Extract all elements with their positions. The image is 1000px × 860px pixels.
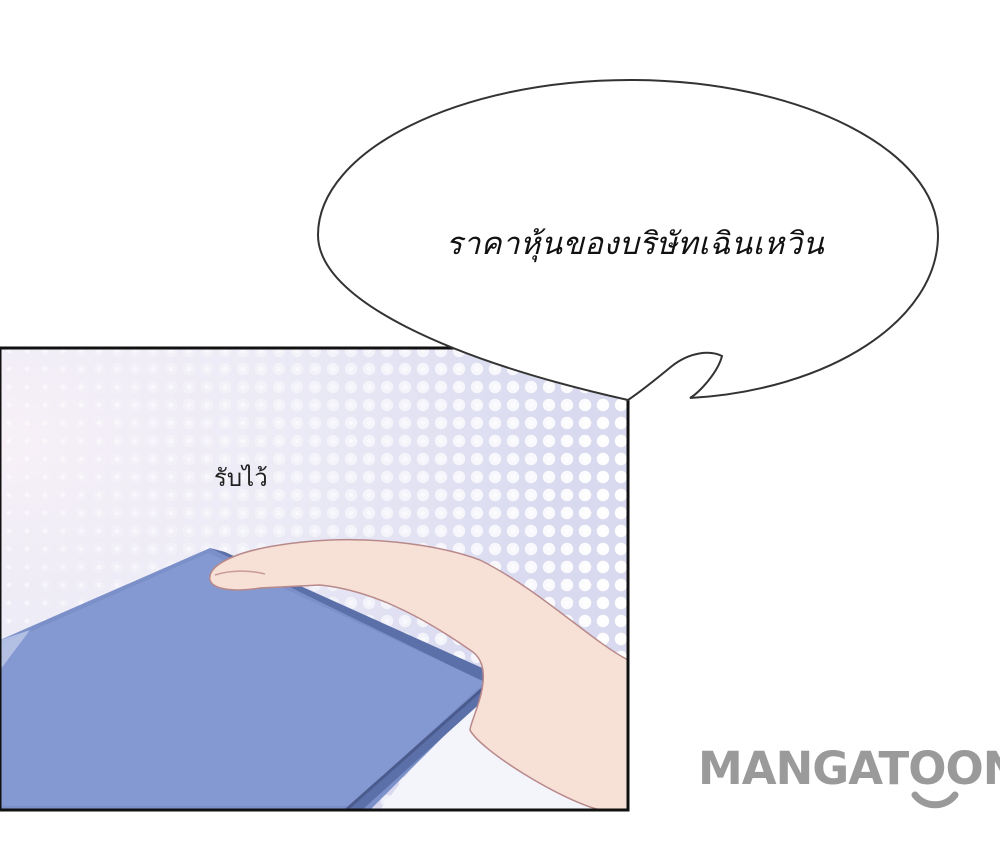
comic-page xyxy=(0,78,959,812)
watermark-text: MANGATOON xyxy=(698,742,1000,795)
comic-panel xyxy=(0,348,628,810)
speech-bubble-text: ราคาหุ้นของบริษัทเฉินเหวิน xyxy=(445,226,825,262)
panel-caption: รับไว้ xyxy=(214,464,268,492)
watermark-logo: MANGATOON xyxy=(698,742,1000,822)
